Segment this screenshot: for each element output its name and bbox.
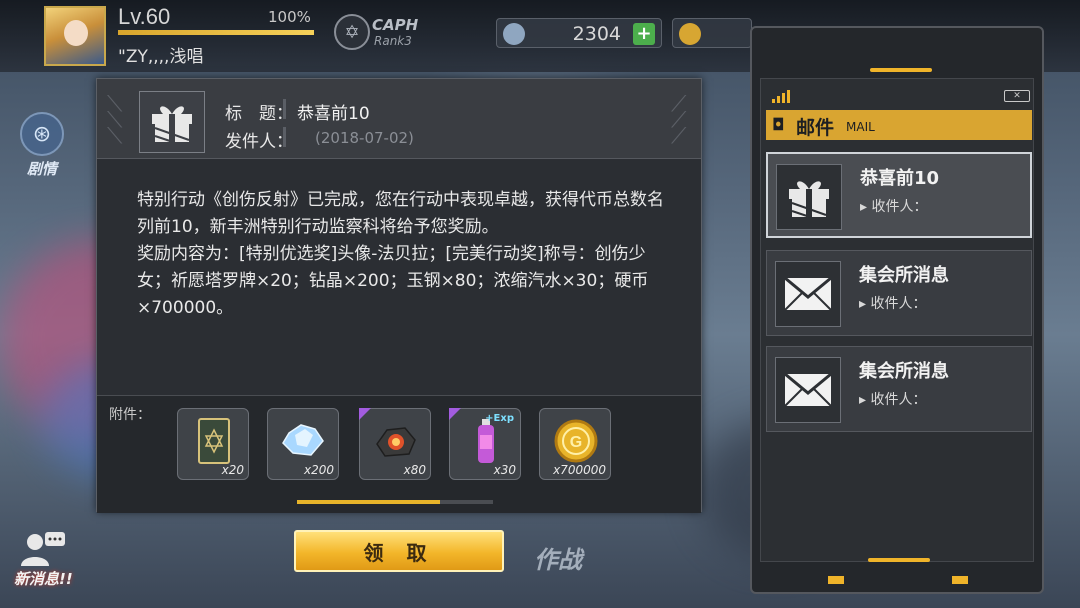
attachment-item[interactable]: +Exp x30 xyxy=(449,408,521,480)
rank-badge[interactable]: ✡ CAPH Rank3 xyxy=(334,14,434,54)
mail-body-paragraph: 特别行动《创伤反射》已完成，您在行动中表现卓越，获得代币总数名列前10，新丰洲特… xyxy=(137,190,664,237)
header-deco-right: ⟋ ⟋ ⟋ xyxy=(671,92,687,149)
battery-icon: ✕ xyxy=(1004,90,1030,102)
signal-icon xyxy=(772,90,790,103)
mail-list-item[interactable]: 集会所消息 ▸ 收件人： xyxy=(766,250,1032,336)
attachment-qty: x30 xyxy=(493,463,516,477)
attachment-qty: x20 xyxy=(221,463,244,477)
mail-subject: 集会所消息 xyxy=(859,265,949,286)
mail-title-bar: ◘ 邮件 MAIL xyxy=(766,110,1032,140)
rank-label: CAPH xyxy=(372,16,419,34)
attachments-label: 附件： xyxy=(109,407,151,423)
coin-resource[interactable] xyxy=(672,18,752,48)
mail-header: ⟍ ⟍ ⟍ ⟋ ⟋ ⟋ 标 题： 恭喜前10 发件人： (2018-07-02) xyxy=(97,79,701,159)
envelope-icon xyxy=(775,261,841,327)
exp-bar xyxy=(118,30,314,35)
mail-list-item[interactable]: 恭喜前10 ▸ 收件人： xyxy=(766,152,1032,238)
mailbox-icon: ◘ xyxy=(772,115,785,134)
mail-detail-dialog: ⟍ ⟍ ⟍ ⟋ ⟋ ⟋ 标 题： 恭喜前10 发件人： (2018-07-02) 特别行… xyxy=(96,78,702,513)
attachment-item[interactable]: G x700000 xyxy=(539,408,611,480)
mail-date: (2018-07-02) xyxy=(315,129,414,147)
panel-corner-deco xyxy=(952,576,968,584)
panel-bottom-tab xyxy=(868,558,930,562)
mail-title: 恭喜前10 xyxy=(297,104,370,124)
exp-bar-fill xyxy=(118,30,314,35)
news-button[interactable]: 新消息!! xyxy=(14,528,73,589)
soda-bottle-icon xyxy=(462,417,510,465)
sender-sep xyxy=(283,127,286,147)
mail-panel-title-en: MAIL xyxy=(846,120,875,134)
attachment-qty: x200 xyxy=(303,463,334,477)
panel-top-tab xyxy=(870,68,932,72)
title-sep xyxy=(283,99,286,119)
gift-icon xyxy=(139,91,205,153)
attachment-item[interactable]: x20 xyxy=(177,408,249,480)
mail-subject: 恭喜前10 xyxy=(860,168,940,189)
player-level: Lv.60 xyxy=(118,4,171,29)
player-avatar[interactable] xyxy=(44,6,106,66)
attachment-qty: x700000 xyxy=(553,463,606,477)
exp-badge: +Exp xyxy=(485,413,514,424)
film-reel-icon: ⊛ xyxy=(20,112,64,156)
battle-label[interactable]: 作战 xyxy=(534,540,582,575)
diamond-count: 2304 xyxy=(572,23,621,45)
mail-recipient: ▸ 收件人： xyxy=(859,392,927,408)
attachment-item[interactable]: x80 xyxy=(359,408,431,480)
rank-value: Rank3 xyxy=(374,34,412,48)
mail-list-panel: ✕ ◘ 邮件 MAIL 恭喜前10 ▸ 收件人： 集会所消息 ▸ 收件人： 集会… xyxy=(750,26,1044,594)
coin-icon xyxy=(679,23,701,45)
diamond-icon xyxy=(503,23,525,45)
mail-recipient: ▸ 收件人： xyxy=(860,199,928,215)
attachments-bar: 附件： x20 x200 x80 +Exp x30 G x700000 xyxy=(97,395,701,513)
mail-subject: 集会所消息 xyxy=(859,361,949,382)
mail-body-paragraph: 奖励内容为：[特别优选奖]头像-法贝拉；[完美行动奖]称号：创伤少女；祈愿塔罗牌… xyxy=(137,244,649,318)
news-label: 新消息!! xyxy=(14,570,73,588)
exp-percent: 100% xyxy=(268,8,311,26)
diamond-resource[interactable]: 2304 + xyxy=(496,18,662,48)
attachments-scrollbar[interactable] xyxy=(297,500,493,504)
attachment-item[interactable]: x200 xyxy=(267,408,339,480)
envelope-icon xyxy=(775,357,841,423)
chat-person-icon xyxy=(19,528,67,568)
mail-recipient: ▸ 收件人： xyxy=(859,296,927,312)
scrollbar-thumb[interactable] xyxy=(297,500,441,504)
tarot-card-icon xyxy=(190,417,238,465)
add-diamond-button[interactable]: + xyxy=(633,23,655,45)
player-name: "ZY,,,,浅唱 xyxy=(118,47,204,67)
mail-list-item[interactable]: 集会所消息 ▸ 收件人： xyxy=(766,346,1032,432)
header-deco-left: ⟍ ⟍ ⟍ xyxy=(107,92,123,149)
crystal-icon xyxy=(280,417,328,465)
mail-body: 特别行动《创伤反射》已完成，您在行动中表现卓越，获得代币总数名列前10，新丰洲特… xyxy=(137,187,667,322)
story-label: 剧情 xyxy=(26,160,57,178)
claim-button[interactable]: 领 取 xyxy=(294,530,504,572)
gold-coin-icon: G xyxy=(552,417,600,465)
rank-emblem-icon: ✡ xyxy=(334,14,370,50)
gift-icon xyxy=(776,164,842,230)
attachment-qty: x80 xyxy=(403,463,426,477)
panel-corner-deco xyxy=(828,576,844,584)
story-button[interactable]: ⊛ 剧情 xyxy=(20,112,64,179)
svg-text:G: G xyxy=(570,434,582,451)
steel-ore-icon xyxy=(372,417,420,465)
mail-panel-title: 邮件 xyxy=(796,117,835,139)
